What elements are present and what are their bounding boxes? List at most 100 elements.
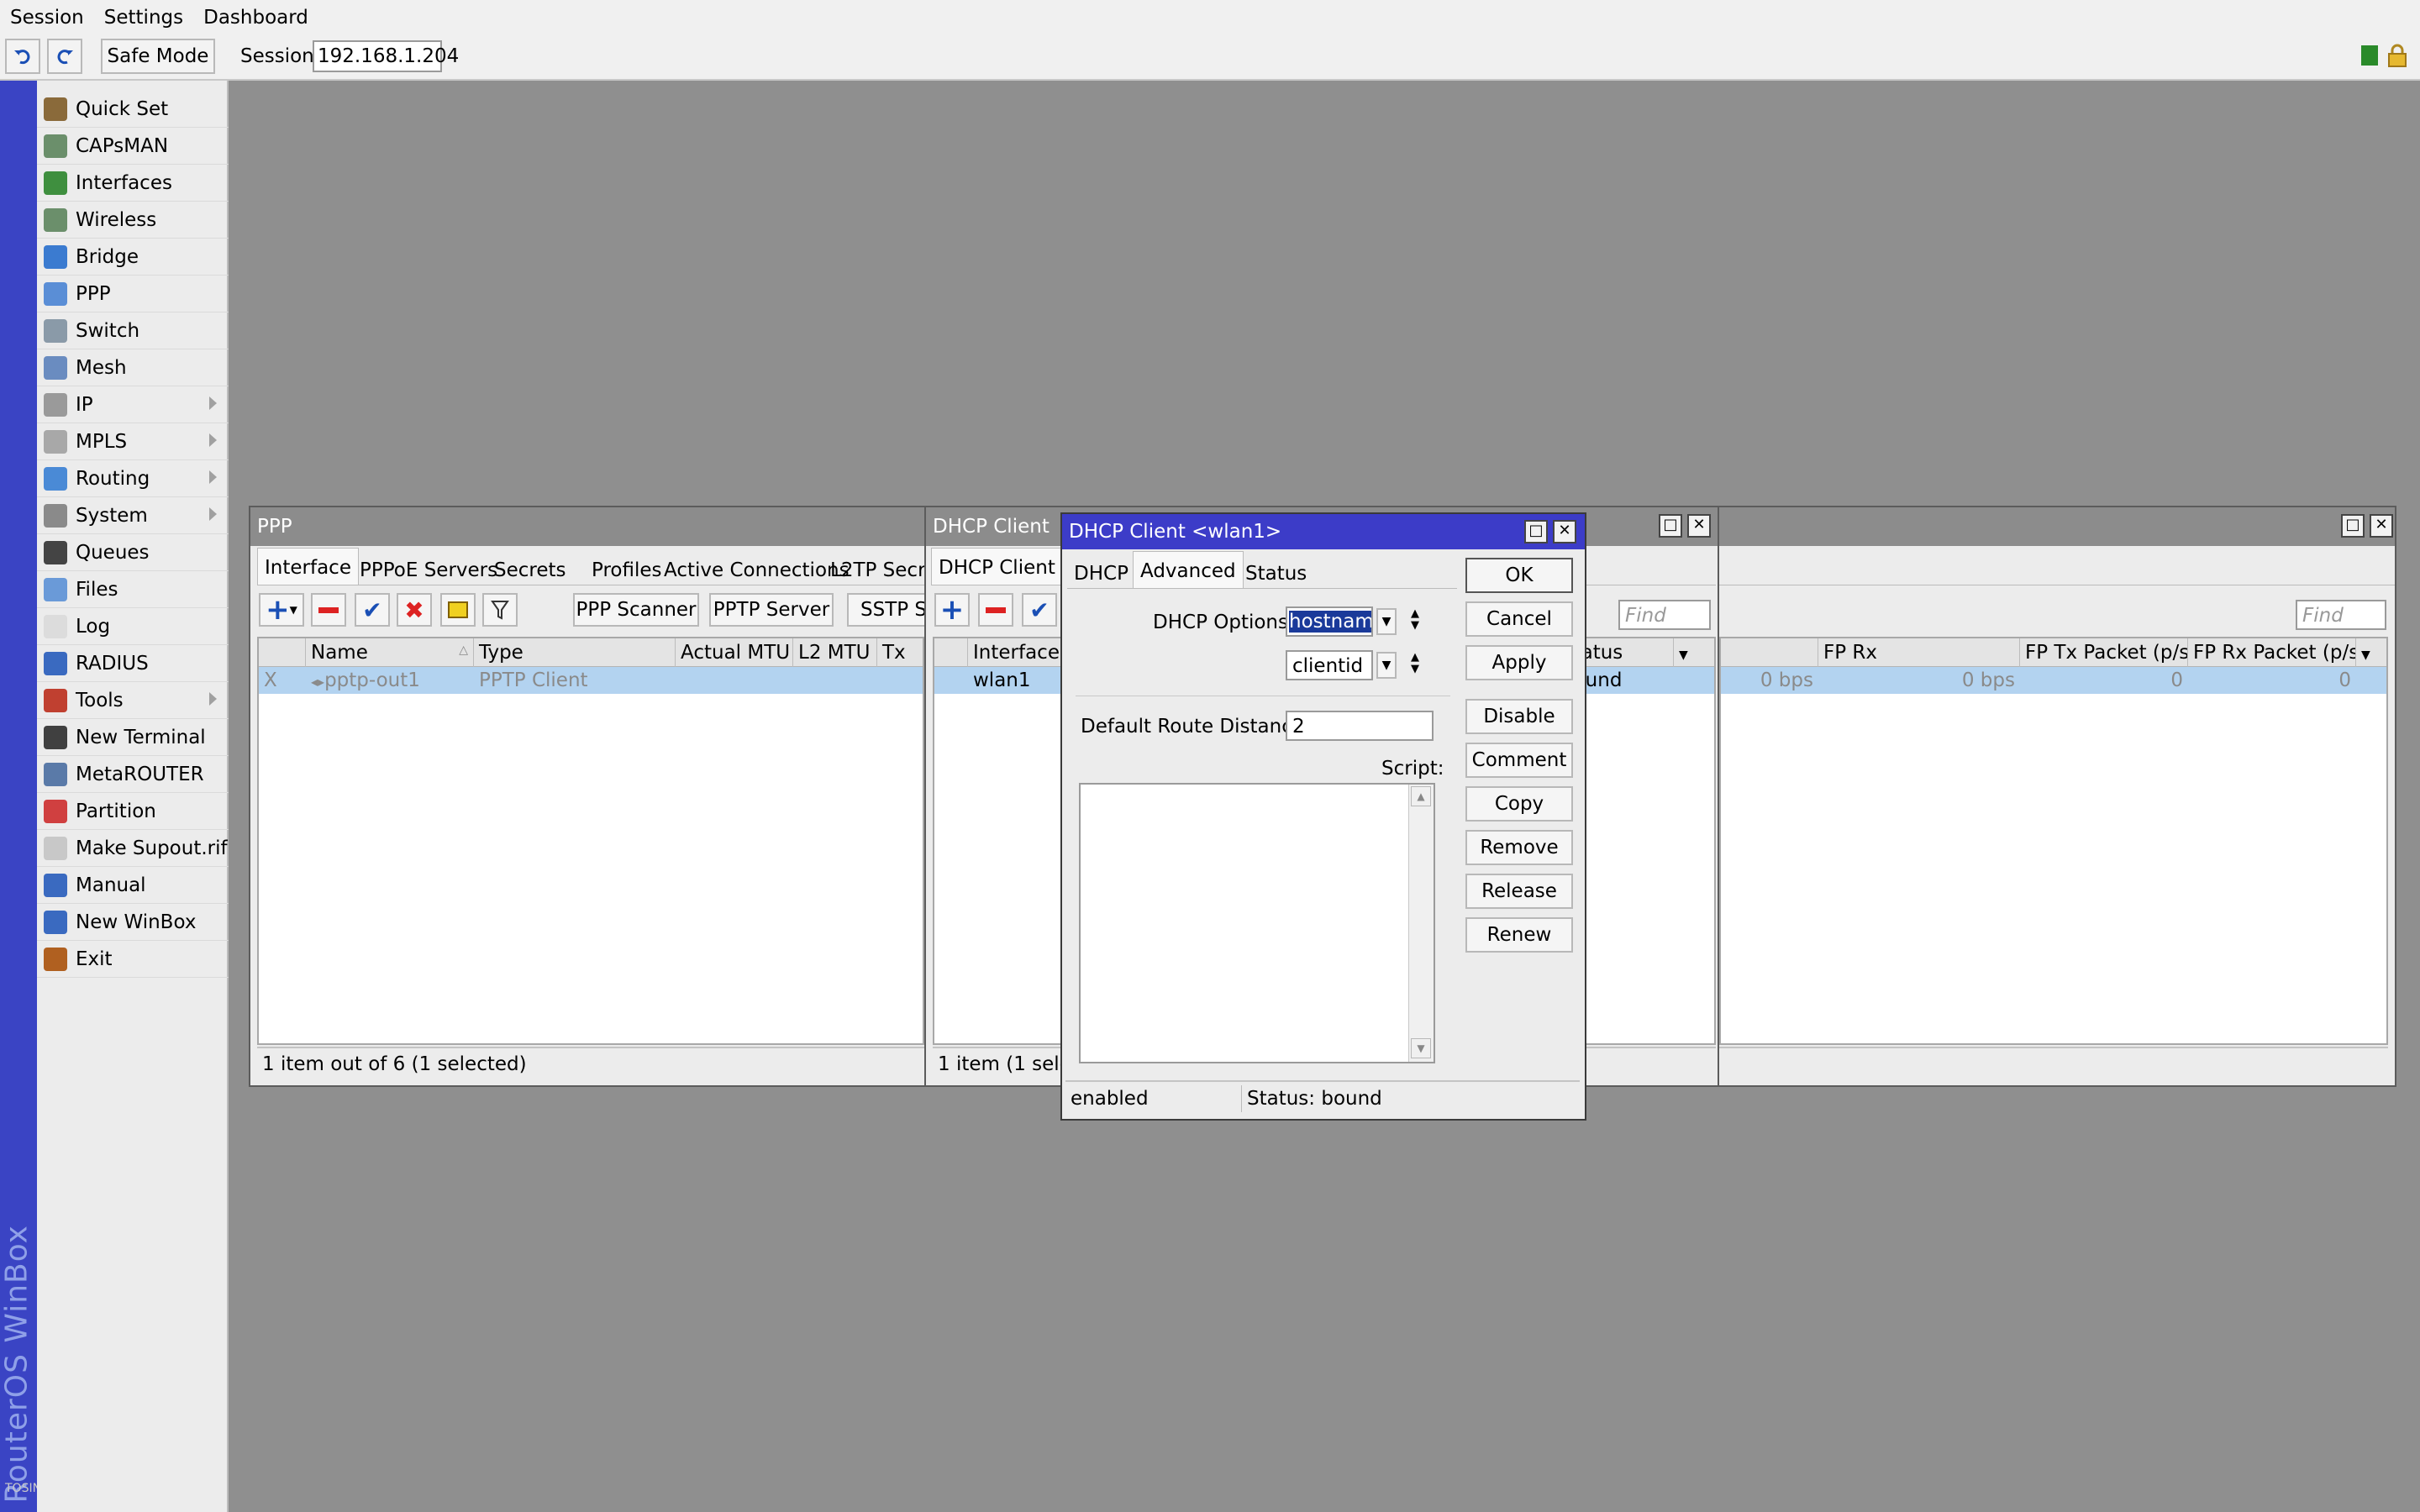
- remove-button[interactable]: [978, 593, 1013, 627]
- remove-button[interactable]: [311, 593, 346, 627]
- sidebar-item-radius[interactable]: RADIUS: [37, 645, 229, 682]
- maximize-button[interactable]: □: [1524, 520, 1548, 543]
- sidebar-item-quick-set[interactable]: Quick Set: [37, 91, 229, 128]
- menu-dashboard[interactable]: Dashboard: [193, 0, 318, 29]
- sidebar-item-ppp[interactable]: PPP: [37, 276, 229, 312]
- find-field[interactable]: Find: [2296, 600, 2386, 630]
- sidebar-item-exit[interactable]: Exit: [37, 941, 229, 978]
- disable-button[interactable]: Disable: [1465, 699, 1573, 734]
- sidebar-item-files[interactable]: Files: [37, 571, 229, 608]
- scroll-down-arrow-icon[interactable]: ▼: [1411, 1038, 1431, 1058]
- column-fp-rx-packet[interactable]: FP Rx Packet (p/s): [2188, 638, 2356, 667]
- enable-button[interactable]: ✔: [1022, 593, 1057, 627]
- close-button[interactable]: ✕: [2370, 514, 2393, 538]
- find-field[interactable]: Find: [1618, 600, 1711, 630]
- dhcp-option-2-reorder[interactable]: ▲ ▼: [1407, 652, 1423, 680]
- ok-button[interactable]: OK: [1465, 558, 1573, 593]
- comment-button[interactable]: [440, 593, 476, 627]
- add-button[interactable]: + ▼: [259, 593, 304, 627]
- remove-button[interactable]: Remove: [1465, 830, 1573, 865]
- sidebar-item-ip[interactable]: IP: [37, 386, 229, 423]
- sidebar-item-system[interactable]: System: [37, 497, 229, 534]
- sidebar-item-wireless[interactable]: Wireless: [37, 202, 229, 239]
- enable-button[interactable]: ✔: [355, 593, 390, 627]
- column-type[interactable]: Type: [474, 638, 676, 667]
- comment-button[interactable]: Comment: [1465, 743, 1573, 778]
- filter-button[interactable]: [482, 593, 518, 627]
- column-tx[interactable]: Tx: [877, 638, 923, 667]
- column-fp-rx[interactable]: FP Rx: [1818, 638, 2020, 667]
- sidebar-item-capsman[interactable]: CAPsMAN: [37, 128, 229, 165]
- sidebar-item-queues[interactable]: Queues: [37, 534, 229, 571]
- sidebar-item-mpls[interactable]: MPLS: [37, 423, 229, 460]
- table-row[interactable]: X ◂▸pptp-out1 PPTP Client: [259, 667, 923, 694]
- close-button[interactable]: ✕: [1553, 520, 1576, 543]
- session-field[interactable]: 192.168.1.204: [313, 40, 459, 72]
- log-icon: [44, 614, 67, 638]
- column-fp-tx-packet[interactable]: FP Tx Packet (p/s): [2020, 638, 2188, 667]
- menu-settings[interactable]: Settings: [94, 0, 193, 29]
- renew-button[interactable]: Renew: [1465, 917, 1573, 953]
- dhcp-option-1-field[interactable]: hostname: [1286, 606, 1373, 637]
- column-flag[interactable]: [934, 638, 968, 667]
- dhcp-option-1-reorder[interactable]: ▲ ▼: [1407, 608, 1423, 637]
- tab-secrets[interactable]: Secrets: [487, 551, 573, 588]
- safe-mode-button[interactable]: Safe Mode: [101, 39, 215, 74]
- ppp-scanner-button[interactable]: PPP Scanner: [573, 593, 699, 627]
- sidebar-item-new-winbox[interactable]: New WinBox: [37, 904, 229, 941]
- menu-bar: Session Settings Dashboard: [0, 0, 2420, 35]
- column-actual-mtu[interactable]: Actual MTU: [676, 638, 793, 667]
- close-button[interactable]: ✕: [1687, 514, 1711, 538]
- apply-button[interactable]: Apply: [1465, 645, 1573, 680]
- column-l2-mtu[interactable]: L2 MTU: [793, 638, 877, 667]
- script-textarea[interactable]: ▲ ▼: [1079, 783, 1435, 1063]
- sidebar-item-bridge[interactable]: Bridge: [37, 239, 229, 276]
- ppp-icon: [44, 281, 67, 306]
- release-button[interactable]: Release: [1465, 874, 1573, 909]
- traffic-window-title[interactable]: [1719, 507, 2395, 546]
- ppp-table-header: Name △ Type Actual MTU L2 MTU Tx: [259, 638, 923, 667]
- pptp-server-button[interactable]: PPTP Server: [709, 593, 834, 627]
- ppp-window-title[interactable]: PPP: [250, 507, 928, 546]
- tab-pppoe-servers[interactable]: PPPoE Servers: [353, 551, 504, 588]
- column-flag[interactable]: [259, 638, 306, 667]
- sidebar-item-switch[interactable]: Switch: [37, 312, 229, 349]
- column-menu[interactable]: ▼: [1674, 638, 1714, 667]
- menu-session[interactable]: Session: [0, 0, 94, 29]
- sidebar-item-make-supout-rif[interactable]: Make Supout.rif: [37, 830, 229, 867]
- tab-dhcp-client[interactable]: DHCP Client: [931, 548, 1063, 585]
- sidebar-item-routing[interactable]: Routing: [37, 460, 229, 497]
- maximize-button[interactable]: □: [1659, 514, 1682, 538]
- undo-button[interactable]: [5, 39, 40, 74]
- sidebar-item-new-terminal[interactable]: New Terminal: [37, 719, 229, 756]
- sidebar-item-metarouter[interactable]: MetaROUTER: [37, 756, 229, 793]
- tab-interface[interactable]: Interface: [257, 548, 359, 585]
- dhcp-option-2-dropdown[interactable]: ▼: [1376, 652, 1397, 679]
- sidebar-item-manual[interactable]: Manual: [37, 867, 229, 904]
- add-button[interactable]: +: [934, 593, 970, 627]
- cancel-button[interactable]: Cancel: [1465, 601, 1573, 637]
- sidebar-item-tools[interactable]: Tools: [37, 682, 229, 719]
- script-scrollbar[interactable]: ▲ ▼: [1408, 785, 1434, 1062]
- column-tx[interactable]: [1721, 638, 1818, 667]
- copy-button[interactable]: Copy: [1465, 786, 1573, 822]
- sidebar-item-log[interactable]: Log: [37, 608, 229, 645]
- sidebar-item-mesh[interactable]: Mesh: [37, 349, 229, 386]
- disable-button[interactable]: ✖: [397, 593, 432, 627]
- sidebar-item-partition[interactable]: Partition: [37, 793, 229, 830]
- route-distance-field[interactable]: 2: [1286, 711, 1434, 741]
- tab-dhcp[interactable]: DHCP: [1067, 554, 1135, 591]
- scroll-up-arrow-icon[interactable]: ▲: [1411, 786, 1431, 806]
- column-menu[interactable]: ▼: [2356, 638, 2386, 667]
- dialog-title-bar[interactable]: DHCP Client <wlan1>: [1062, 514, 1585, 549]
- tab-profiles[interactable]: Profiles: [585, 551, 669, 588]
- sidebar-item-interfaces[interactable]: Interfaces: [37, 165, 229, 202]
- maximize-button[interactable]: □: [2341, 514, 2365, 538]
- column-name[interactable]: Name △: [306, 638, 474, 667]
- tab-advanced[interactable]: Advanced: [1133, 551, 1244, 588]
- dhcp-option-2-field[interactable]: clientid: [1286, 650, 1373, 680]
- redo-button[interactable]: [47, 39, 82, 74]
- tab-status[interactable]: Status: [1239, 554, 1313, 591]
- table-row[interactable]: 0 bps 0 bps 0 0: [1721, 667, 2386, 694]
- dhcp-option-1-dropdown[interactable]: ▼: [1376, 608, 1397, 635]
